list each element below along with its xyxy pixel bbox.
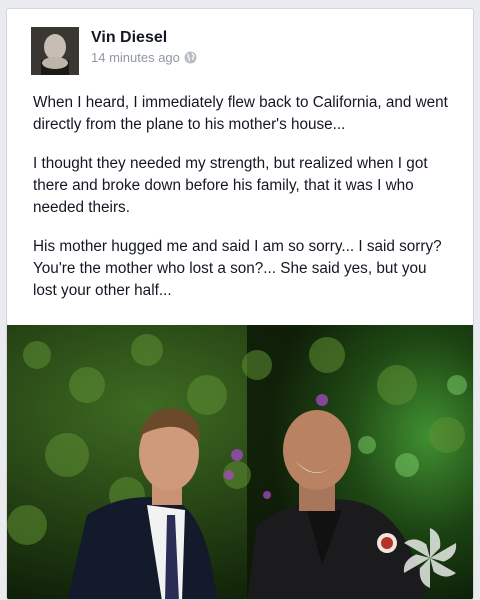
author-name[interactable]: Vin Diesel [91,29,167,47]
post-card: Vin Diesel 14 minutes ago When I heard, … [6,8,474,600]
post-paragraph: When I heard, I immediately flew back to… [33,94,448,133]
author-avatar[interactable] [31,27,79,75]
post-meta: 14 minutes ago [91,50,197,65]
post-paragraph: I thought they needed my strength, but r… [33,155,428,216]
watermark-logo-icon [403,528,457,588]
post-paragraph: His mother hugged me and said I am so so… [33,238,442,299]
post-text: When I heard, I immediately flew back to… [33,92,453,319]
post-timestamp[interactable]: 14 minutes ago [91,50,180,65]
post-photo[interactable] [7,325,473,599]
globe-icon [184,51,197,64]
